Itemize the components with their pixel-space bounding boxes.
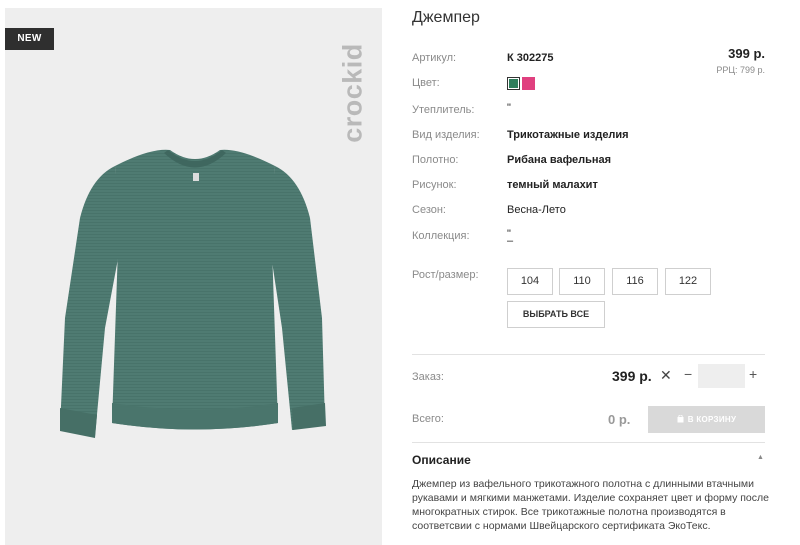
spec-value-season: Весна-Лето <box>507 204 566 216</box>
sweater-image <box>60 149 326 438</box>
spec-label-collection: Коллекция: <box>412 230 470 242</box>
product-price: 399 р. <box>728 46 765 61</box>
spec-value-item-type: Трикотажные изделия <box>507 129 629 141</box>
spec-value-pattern: темный малахит <box>507 179 598 191</box>
spec-label-fabric: Полотно: <box>412 154 459 166</box>
size-label: Рост/размер: <box>412 269 479 281</box>
add-to-cart-button[interactable]: В КОРЗИНУ <box>648 406 765 433</box>
brand-logo-text: crockid <box>337 43 368 143</box>
chevron-up-icon[interactable]: ▲ <box>757 454 764 461</box>
product-photo[interactable]: NEW crockid <box>5 8 382 545</box>
quantity-input[interactable] <box>698 364 745 388</box>
order-price: 399 р. <box>612 368 652 384</box>
color-swatch-green[interactable] <box>507 77 520 90</box>
bag-icon <box>677 414 684 423</box>
color-swatch-green-fill <box>509 79 518 88</box>
select-all-sizes-button[interactable]: ВЫБРАТЬ ВСЕ <box>507 301 605 328</box>
minus-icon[interactable]: − <box>684 366 692 382</box>
spec-label-insulation: Утеплитель: <box>412 104 475 116</box>
total-value: 0 р. <box>608 412 631 427</box>
new-badge: NEW <box>5 28 54 50</box>
spec-value-fabric: Рибана вафельная <box>507 154 612 166</box>
description-text: Джемпер из вафельного трикотажного полот… <box>412 478 769 532</box>
add-to-cart-label: В КОРЗИНУ <box>687 415 737 424</box>
color-swatch-pink-fill <box>522 77 535 90</box>
spec-value-insulation: " <box>507 102 511 114</box>
spec-label-pattern: Рисунок: <box>412 179 457 191</box>
total-label: Всего: <box>412 413 444 425</box>
order-label: Заказ: <box>412 371 444 383</box>
divider <box>412 354 765 355</box>
description-title[interactable]: Описание <box>412 453 471 467</box>
recommended-price: РРЦ: 799 р. <box>716 65 765 75</box>
divider <box>412 442 765 443</box>
spec-label-article: Артикул: <box>412 52 457 64</box>
brand-logo: crockid <box>333 23 373 163</box>
product-title: Джемпер <box>412 9 480 26</box>
spec-label-season: Сезон: <box>412 204 446 216</box>
spec-label-item-type: Вид изделия: <box>412 129 480 141</box>
spec-value-article: К 302275 <box>507 52 554 64</box>
plus-icon[interactable]: + <box>749 366 757 382</box>
size-option-122[interactable]: 122 <box>665 268 711 295</box>
times-icon: ✕ <box>660 367 672 383</box>
color-swatch-pink[interactable] <box>522 77 535 90</box>
size-option-104[interactable]: 104 <box>507 268 553 295</box>
size-option-116[interactable]: 116 <box>612 268 658 295</box>
size-option-110[interactable]: 110 <box>559 268 605 295</box>
spec-value-collection-dash: – <box>507 235 514 247</box>
spec-label-color: Цвет: <box>412 77 440 89</box>
